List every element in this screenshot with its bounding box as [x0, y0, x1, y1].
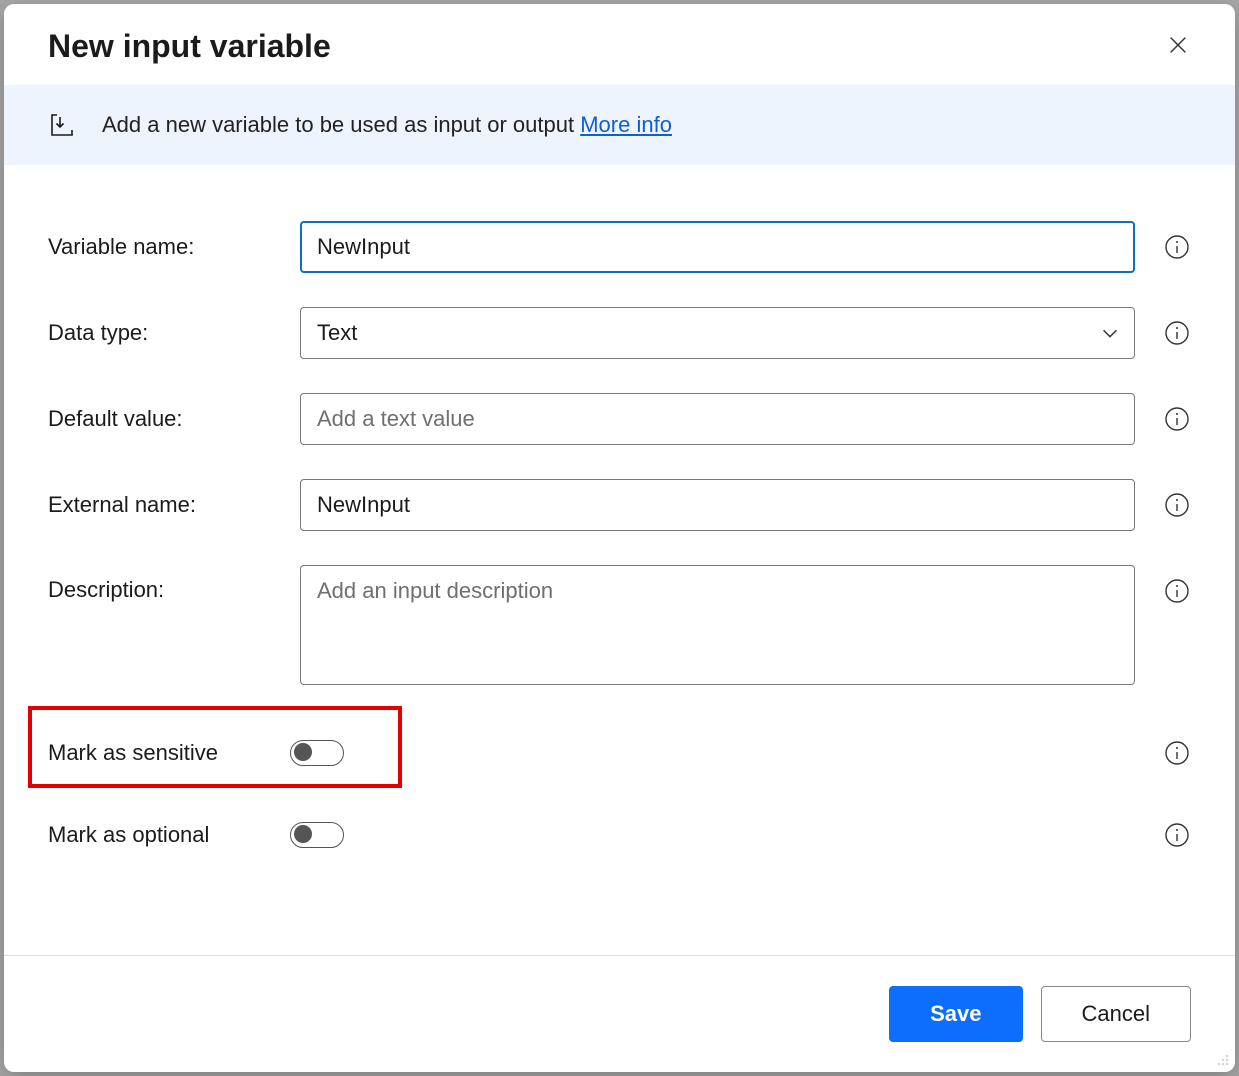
- mark-sensitive-toggle[interactable]: [290, 740, 344, 766]
- label-description: Description:: [48, 565, 290, 603]
- form-body: Variable name: Data type: Text: [4, 165, 1235, 869]
- info-icon[interactable]: [1163, 577, 1191, 605]
- info-banner-text: Add a new variable to be used as input o…: [102, 112, 672, 138]
- info-banner: Add a new variable to be used as input o…: [4, 85, 1235, 165]
- external-name-input[interactable]: [300, 479, 1135, 531]
- info-icon[interactable]: [1163, 821, 1191, 849]
- info-icon[interactable]: [1163, 739, 1191, 767]
- close-icon: [1167, 34, 1189, 59]
- label-mark-sensitive: Mark as sensitive: [48, 740, 290, 766]
- label-mark-optional: Mark as optional: [48, 822, 290, 848]
- new-input-variable-dialog: New input variable Add a new variable to…: [4, 4, 1235, 1072]
- default-value-input[interactable]: [300, 393, 1135, 445]
- row-data-type: Data type: Text: [48, 307, 1191, 359]
- info-banner-message: Add a new variable to be used as input o…: [102, 112, 580, 137]
- variable-name-input[interactable]: [300, 221, 1135, 273]
- row-variable-name: Variable name:: [48, 221, 1191, 273]
- info-icon[interactable]: [1163, 319, 1191, 347]
- close-button[interactable]: [1161, 28, 1195, 65]
- row-external-name: External name:: [48, 479, 1191, 531]
- resize-grip-icon[interactable]: [1213, 1050, 1231, 1068]
- dialog-title: New input variable: [48, 28, 331, 65]
- label-data-type: Data type:: [48, 320, 290, 346]
- label-default-value: Default value:: [48, 406, 290, 432]
- info-icon[interactable]: [1163, 491, 1191, 519]
- data-type-select[interactable]: Text: [300, 307, 1135, 359]
- row-mark-sensitive: Mark as sensitive: [48, 729, 1191, 777]
- row-description: Description:: [48, 565, 1191, 685]
- save-button[interactable]: Save: [889, 986, 1022, 1042]
- cancel-button[interactable]: Cancel: [1041, 986, 1191, 1042]
- input-variable-icon: [48, 111, 76, 139]
- label-variable-name: Variable name:: [48, 234, 290, 260]
- row-default-value: Default value:: [48, 393, 1191, 445]
- mark-optional-toggle[interactable]: [290, 822, 344, 848]
- info-icon[interactable]: [1163, 405, 1191, 433]
- info-icon[interactable]: [1163, 233, 1191, 261]
- description-input[interactable]: [300, 565, 1135, 685]
- label-external-name: External name:: [48, 492, 290, 518]
- dialog-header: New input variable: [4, 4, 1235, 85]
- more-info-link[interactable]: More info: [580, 112, 672, 137]
- row-mark-optional: Mark as optional: [48, 811, 1191, 859]
- dialog-footer: Save Cancel: [4, 955, 1235, 1072]
